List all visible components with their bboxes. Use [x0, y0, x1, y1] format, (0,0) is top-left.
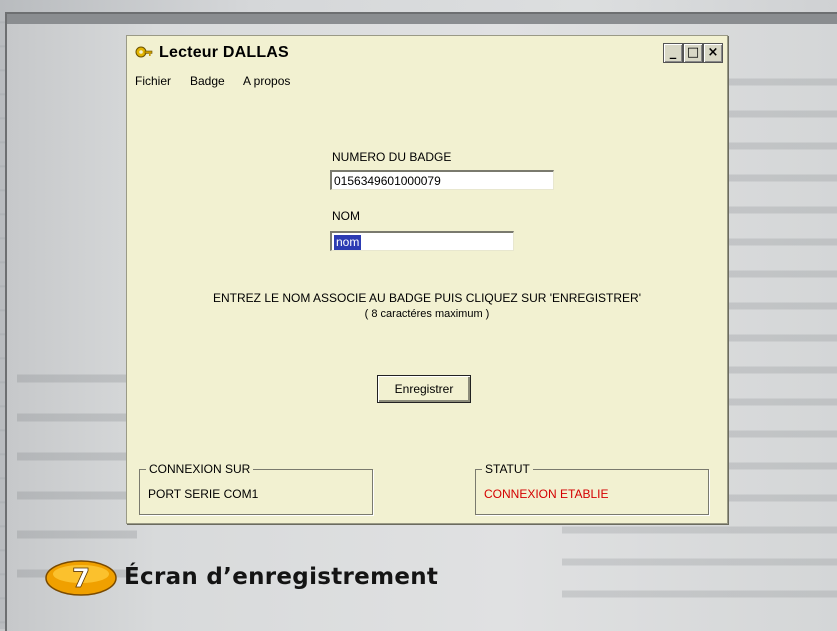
connection-group-title: CONNEXION SUR [146, 462, 254, 476]
page-top-band [7, 14, 837, 24]
connection-port: PORT SERIE COM1 [148, 487, 259, 501]
badge-number-field[interactable]: 0156349601000079 [330, 170, 554, 190]
enregistrer-button[interactable]: Enregistrer [377, 375, 471, 403]
badge-number-value: 0156349601000079 [334, 174, 441, 188]
key-icon [135, 46, 153, 58]
close-button[interactable]: × [703, 43, 723, 63]
caption-number-badge: 7 [45, 560, 117, 596]
status-group: STATUT CONNEXION ETABLIE [475, 462, 709, 515]
caption-number: 7 [72, 564, 90, 594]
minimize-button[interactable]: _ [663, 43, 683, 63]
name-value-selected: nom [334, 235, 362, 250]
menu-a-propos[interactable]: A propos [243, 74, 290, 88]
figure-caption: Écran d’enregistrement [124, 564, 439, 590]
lecteur-dallas-window: Lecteur DALLAS _ □ × Fichier Badge A pro… [126, 35, 728, 524]
status-group-title: STATUT [482, 462, 533, 476]
menu-fichier[interactable]: Fichier [135, 74, 171, 88]
name-label: NOM [332, 209, 360, 223]
status-value: CONNEXION ETABLIE [484, 487, 609, 501]
instruction-text: ENTREZ LE NOM ASSOCIE AU BADGE PUIS CLIQ… [213, 291, 641, 305]
menu-badge[interactable]: Badge [190, 74, 225, 88]
instruction-subtext: ( 8 caractéres maximum ) [364, 308, 490, 320]
name-field[interactable]: nom [330, 231, 514, 251]
connection-group: CONNEXION SUR PORT SERIE COM1 [139, 462, 373, 515]
maximize-button[interactable]: □ [683, 43, 703, 63]
window-title: Lecteur DALLAS [159, 44, 289, 61]
badge-number-label: NUMERO DU BADGE [332, 150, 452, 164]
title-bar[interactable]: Lecteur DALLAS _ □ × [127, 36, 727, 70]
